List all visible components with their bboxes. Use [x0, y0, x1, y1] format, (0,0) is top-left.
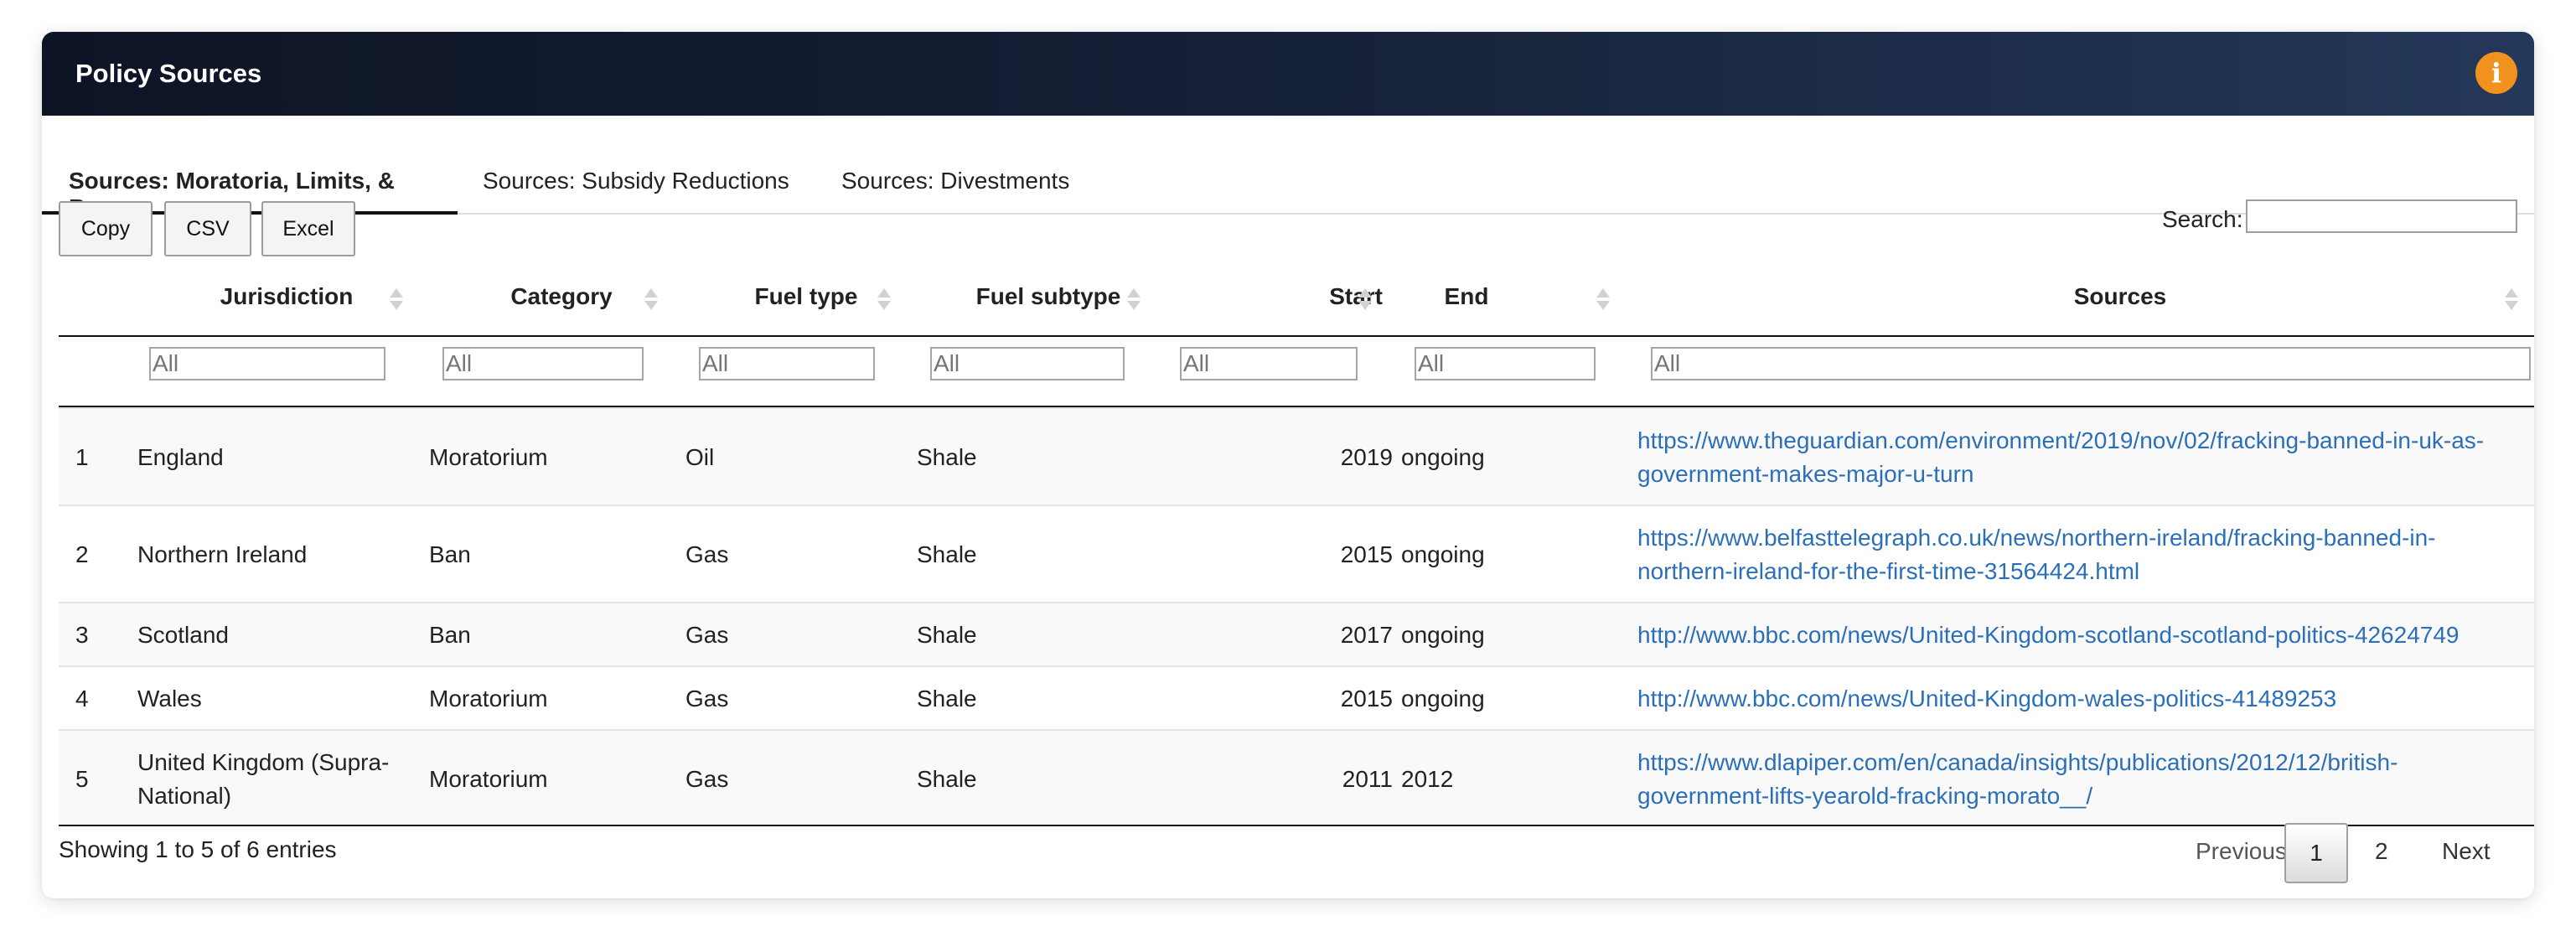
- fuel-subtype-cell: Shale: [917, 622, 977, 648]
- source-link[interactable]: https://www.dlapiper.com/en/canada/insig…: [1637, 749, 2398, 809]
- end-cell: ongoing: [1401, 541, 1485, 567]
- filter-end[interactable]: [1415, 347, 1596, 380]
- category-cell: Moratorium: [429, 444, 548, 470]
- end-cell: ongoing: [1401, 444, 1485, 470]
- tab-bar: Sources: Moratoria, Limits, & Bans Sourc…: [42, 116, 2534, 220]
- sort-icon[interactable]: [389, 285, 404, 313]
- table-row: 5 United Kingdom (Supra- National) Morato…: [59, 729, 2534, 826]
- source-cell: https://www.belfasttelegraph.co.uk/news/…: [1637, 521, 2436, 588]
- jurisdiction-cell: Scotland: [137, 622, 229, 648]
- column-header-jurisdiction[interactable]: Jurisdiction: [203, 283, 370, 310]
- policy-sources-panel: Policy Sources i Sources: Moratoria, Lim…: [42, 32, 2534, 898]
- fuel-type-cell: Gas: [685, 766, 729, 792]
- fuel-type-cell: Gas: [685, 541, 729, 567]
- fuel-type-cell: Gas: [685, 686, 729, 712]
- sort-icon[interactable]: [1358, 285, 1373, 313]
- end-cell: ongoing: [1401, 686, 1485, 712]
- table-row: 4 Wales Moratorium Gas Shale 2015 ongoin…: [59, 665, 2534, 729]
- sort-icon[interactable]: [644, 285, 659, 313]
- copy-button[interactable]: Copy: [59, 201, 153, 256]
- search-label: Search:: [2162, 206, 2243, 232]
- filter-fuel-subtype[interactable]: [930, 347, 1125, 380]
- source-link[interactable]: http://www.bbc.com/news/United-Kingdom-w…: [1637, 686, 2336, 712]
- sort-icon[interactable]: [2504, 285, 2519, 313]
- excel-button[interactable]: Excel: [261, 201, 355, 256]
- jurisdiction-cell: Northern Ireland: [137, 541, 308, 567]
- sort-icon[interactable]: [877, 285, 892, 313]
- jurisdiction-cell: England: [137, 444, 224, 470]
- row-index: 5: [75, 766, 89, 792]
- filter-start[interactable]: [1180, 347, 1358, 380]
- category-cell: Moratorium: [429, 686, 548, 712]
- next-page-button[interactable]: Next: [2442, 838, 2491, 865]
- source-cell: https://www.theguardian.com/environment/…: [1637, 424, 2484, 491]
- source-link[interactable]: https://www.theguardian.com/environment/…: [1637, 427, 2484, 487]
- source-link[interactable]: http://www.bbc.com/news/United-Kingdom-s…: [1637, 622, 2460, 648]
- fuel-subtype-cell: Shale: [917, 444, 977, 470]
- table-bottom-divider: [59, 825, 2534, 826]
- fuel-type-cell: Gas: [685, 622, 729, 648]
- table-row: 3 Scotland Ban Gas Shale 2017 ongoing ht…: [59, 602, 2534, 665]
- search-input[interactable]: [2246, 199, 2517, 233]
- row-index: 1: [75, 444, 89, 470]
- column-header-fuel-subtype[interactable]: Fuel subtype: [952, 283, 1145, 310]
- page-2-button[interactable]: 2: [2375, 838, 2388, 865]
- start-cell: 2019: [1340, 444, 1393, 470]
- fuel-subtype-cell: Shale: [917, 766, 977, 792]
- panel-header: Policy Sources i: [42, 32, 2534, 116]
- filter-category[interactable]: [442, 347, 644, 380]
- table-info: Showing 1 to 5 of 6 entries: [59, 836, 337, 862]
- panel-title: Policy Sources: [75, 59, 262, 88]
- tab-divestments[interactable]: Sources: Divestments: [841, 116, 1069, 215]
- filter-fuel-type[interactable]: [699, 347, 875, 380]
- end-cell: ongoing: [1401, 622, 1485, 648]
- row-index: 4: [75, 686, 89, 712]
- filter-sources[interactable]: [1651, 347, 2531, 380]
- start-cell: 2017: [1340, 622, 1393, 648]
- tab-subsidy-reductions[interactable]: Sources: Subsidy Reductions: [483, 116, 789, 215]
- source-cell: http://www.bbc.com/news/United-Kingdom-w…: [1637, 682, 2336, 716]
- previous-page-button[interactable]: Previous: [2196, 838, 2287, 865]
- start-cell: 2015: [1340, 686, 1393, 712]
- jurisdiction-cell: Wales: [137, 686, 202, 712]
- source-cell: http://www.bbc.com/news/United-Kingdom-s…: [1637, 618, 2460, 652]
- column-header-sources[interactable]: Sources: [1953, 283, 2288, 310]
- fuel-type-cell: Oil: [685, 444, 715, 470]
- category-cell: Moratorium: [429, 766, 548, 792]
- fuel-subtype-cell: Shale: [917, 541, 977, 567]
- start-cell: 2015: [1340, 541, 1393, 567]
- sort-icon[interactable]: [1596, 285, 1611, 313]
- row-index: 3: [75, 622, 89, 648]
- tab-moratoria[interactable]: Sources: Moratoria, Limits, & Bans: [42, 116, 458, 220]
- end-cell: 2012: [1401, 766, 1454, 792]
- start-cell: 2011: [1342, 766, 1393, 792]
- table-row: 2 Northern Ireland Ban Gas Shale 2015 on…: [59, 505, 2534, 602]
- column-header-category[interactable]: Category: [478, 283, 645, 310]
- column-header-fuel-type[interactable]: Fuel type: [722, 283, 890, 310]
- source-link[interactable]: https://www.belfasttelegraph.co.uk/news/…: [1637, 525, 2436, 584]
- table-row: 1 England Moratorium Oil Shale 2019 ongo…: [59, 407, 2534, 505]
- source-cell: https://www.dlapiper.com/en/canada/insig…: [1637, 746, 2398, 813]
- jurisdiction-cell: United Kingdom (Supra- National): [137, 749, 390, 809]
- sort-icon[interactable]: [1126, 285, 1141, 313]
- filter-jurisdiction[interactable]: [149, 347, 385, 380]
- row-index: 2: [75, 541, 89, 567]
- csv-button[interactable]: CSV: [164, 201, 251, 256]
- page-1-button[interactable]: 1: [2284, 823, 2348, 883]
- category-cell: Ban: [429, 622, 471, 648]
- category-cell: Ban: [429, 541, 471, 567]
- info-icon[interactable]: i: [2475, 52, 2517, 94]
- column-header-end[interactable]: End: [1416, 283, 1517, 310]
- header-divider: [59, 335, 2534, 337]
- fuel-subtype-cell: Shale: [917, 686, 977, 712]
